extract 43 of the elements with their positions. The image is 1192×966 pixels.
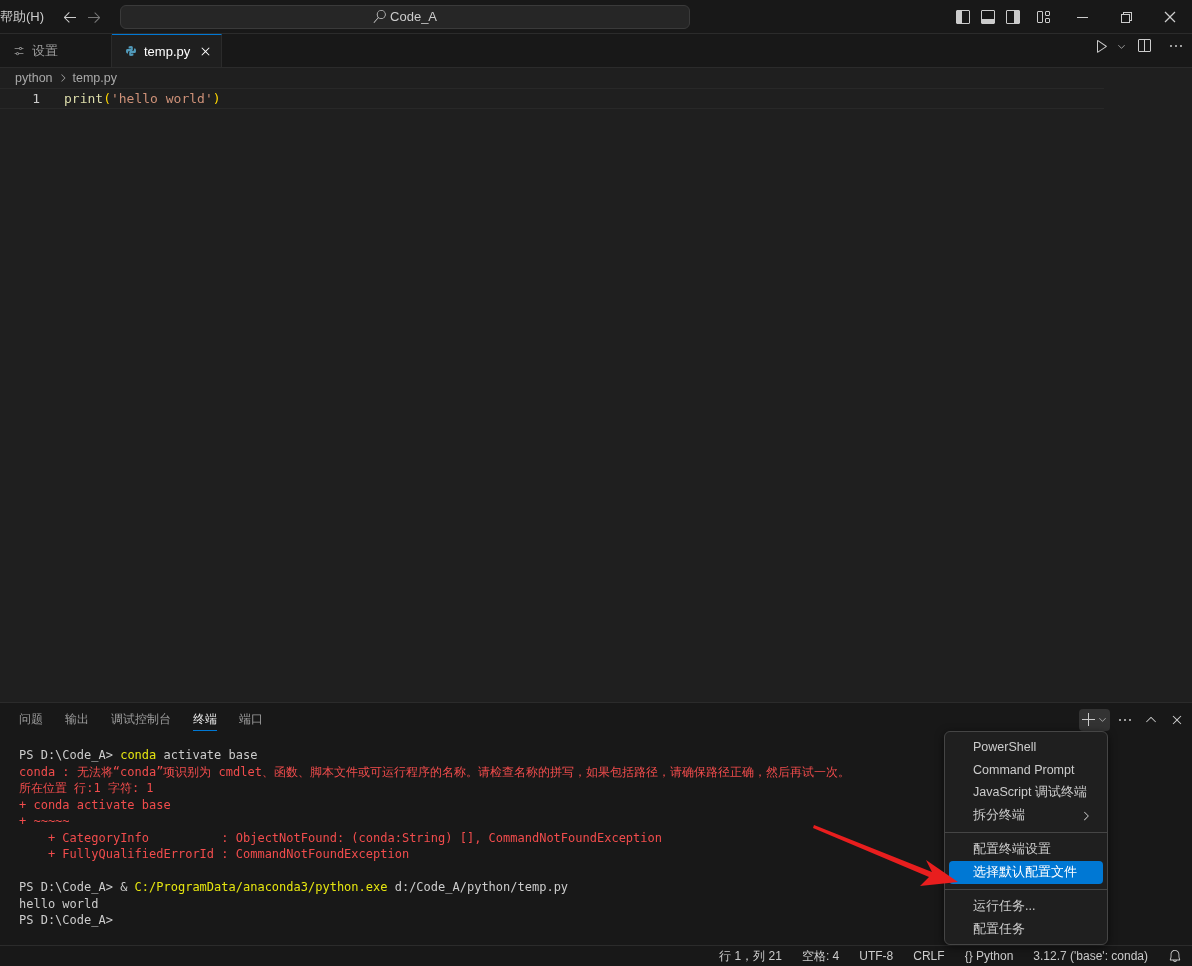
- status-item[interactable]: 3.12.7 ('base': conda): [1033, 949, 1148, 963]
- terminal-line: + conda activate base: [19, 796, 171, 813]
- terminal-line: + FullyQualifiedErrorId : CommandNotFoundException: [46, 846, 410, 863]
- status-item[interactable]: UTF-8: [859, 949, 894, 963]
- bell-icon[interactable]: [1168, 949, 1182, 963]
- menu-item[interactable]: JavaScript 调试终端: [949, 781, 1103, 804]
- terminal-line: + ~~~~~: [19, 813, 70, 830]
- terminal-line: conda : 无法将“conda”项识别为 cmdlet、函数、脚本文件或可运行程序的名称。请检查名称的拼写，如果包括路径，请确保路径正确，然后再试一次。: [19, 763, 850, 780]
- terminal-line: hello world: [19, 895, 99, 912]
- status-item[interactable]: 行 1，列 21: [719, 947, 782, 965]
- panel-tab[interactable]: 端口: [239, 708, 263, 731]
- terminal-line: PS D:\Code_A>: [19, 912, 113, 929]
- menu-item[interactable]: 拆分终端: [949, 804, 1103, 827]
- code-line: print('hello world'): [64, 91, 221, 106]
- help-menu[interactable]: 帮助(H): [0, 7, 45, 26]
- menu-item[interactable]: 配置任务: [949, 918, 1103, 941]
- menu-item[interactable]: 配置终端设置: [949, 838, 1103, 861]
- panel-tab[interactable]: 输出: [65, 708, 89, 731]
- terminal-line: PS D:\Code_A> conda activate base: [19, 747, 258, 764]
- search-field[interactable]: Code_A: [120, 4, 691, 29]
- sliders-icon: [13, 45, 25, 57]
- terminal-line: + CategoryInfo : ObjectNotFound: (conda:String) [], CommandNotFoundException: [46, 829, 662, 846]
- menu-item[interactable]: Command Prompt: [949, 758, 1103, 781]
- terminal-line: 所在位置 行:1 字符: 1: [19, 780, 154, 797]
- search-icon: [373, 10, 387, 23]
- menu-item[interactable]: 选择默认配置文件: [949, 861, 1103, 884]
- breadcrumb-item[interactable]: temp.py: [72, 71, 117, 85]
- panel-tab[interactable]: 调试控制台: [111, 708, 171, 731]
- status-item[interactable]: 空格: 4: [801, 947, 840, 965]
- python-icon: [125, 45, 137, 57]
- breadcrumb-item[interactable]: python: [15, 71, 53, 85]
- panel-tab[interactable]: 终端: [193, 708, 217, 731]
- new-terminal-button[interactable]: [1079, 708, 1110, 731]
- editor-tab[interactable]: temp.py: [112, 34, 222, 67]
- status-item[interactable]: CRLF: [913, 949, 945, 963]
- code-editor[interactable]: 1 print('hello world'): [0, 88, 1192, 702]
- panel-tab[interactable]: 问题: [19, 708, 43, 731]
- line-number: 1: [31, 91, 41, 106]
- plus-icon: [1081, 711, 1097, 728]
- menu-item[interactable]: PowerShell: [949, 735, 1103, 758]
- terminal-line: PS D:\Code_A> & C:/ProgramData/anaconda3/python.exe d:/Code_A/python/temp.py: [19, 879, 569, 896]
- menu-item[interactable]: 运行任务...: [949, 895, 1103, 918]
- status-item[interactable]: {} Python: [964, 949, 1014, 963]
